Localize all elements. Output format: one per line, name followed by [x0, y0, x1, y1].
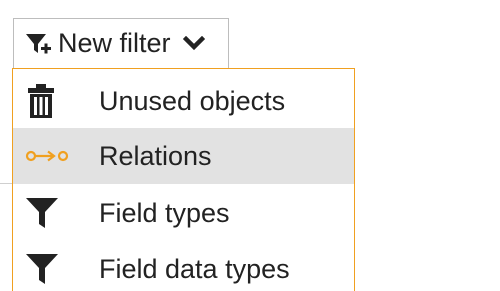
chevron-down-icon — [182, 35, 205, 52]
menu-item-relations[interactable]: Relations — [13, 128, 354, 184]
menu-item-unused-objects[interactable]: Unused objects — [13, 73, 354, 129]
menu-item-label: Field types — [99, 197, 230, 228]
page-divider — [0, 183, 12, 184]
filter-menu-stage: New filter Unused objects Relations Fiel… — [0, 0, 500, 291]
funnel-plus-icon — [24, 30, 52, 58]
new-filter-label: New filter — [58, 28, 171, 58]
new-filter-button[interactable]: New filter — [13, 18, 229, 68]
menu-item-label: Field data types — [99, 253, 290, 284]
filter-dropdown-menu: Unused objects Relations Field types Fie… — [12, 68, 355, 291]
trash-icon — [25, 73, 87, 129]
menu-item-label: Unused objects — [99, 85, 286, 116]
menu-item-field-types[interactable]: Field types — [13, 185, 354, 241]
menu-item-label: Relations — [99, 140, 212, 171]
menu-item-field-data-types[interactable]: Field data types — [13, 241, 354, 291]
funnel-icon — [25, 185, 87, 241]
relations-icon — [25, 128, 87, 184]
funnel-icon — [25, 241, 87, 291]
